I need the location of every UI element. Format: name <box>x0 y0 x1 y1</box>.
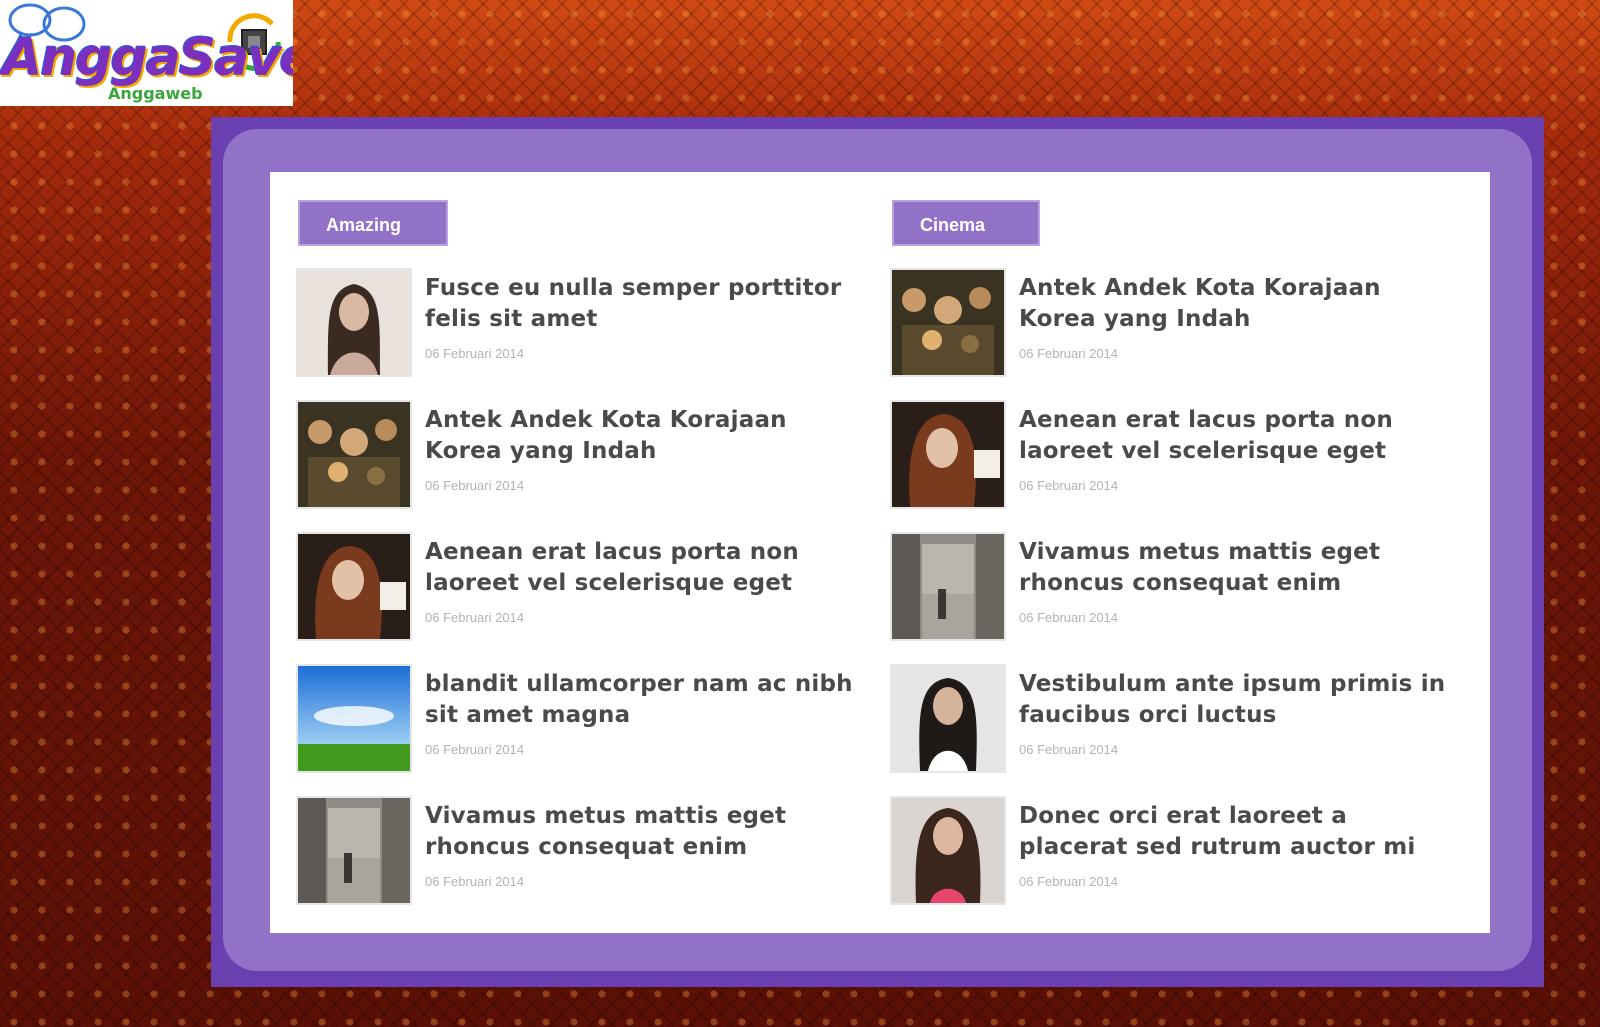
sky-field-icon[interactable] <box>298 666 410 771</box>
post-title[interactable]: Antek Andek Kota Korajaan Korea yang Ind… <box>1019 273 1459 335</box>
list-item[interactable]: Donec orci erat laoreet a placerat sed r… <box>892 798 1462 903</box>
woman-pink-portrait-icon[interactable] <box>892 798 1004 903</box>
list-item[interactable]: Fusce eu nulla semper porttitor felis si… <box>298 270 868 375</box>
posts-panel: Amazing Fusce eu nulla semper porttitor … <box>270 172 1490 933</box>
redhead-portrait-icon[interactable] <box>298 534 410 639</box>
post-title[interactable]: Donec orci erat laoreet a placerat sed r… <box>1019 801 1459 863</box>
list-item[interactable]: Antek Andek Kota Korajaan Korea yang Ind… <box>298 402 868 507</box>
woman-portrait-icon[interactable] <box>892 666 1004 771</box>
column-cinema: Cinema Antek Andek Kota Korajaan Korea y… <box>892 200 1462 930</box>
logo: AnggaSave Anggaweb <box>0 0 293 106</box>
post-date: 06 Februari 2014 <box>1019 874 1119 889</box>
post-title[interactable]: Fusce eu nulla semper porttitor felis si… <box>425 273 865 335</box>
street-scene-icon[interactable] <box>892 534 1004 639</box>
crowd-scene-icon[interactable] <box>298 402 410 507</box>
street-scene-icon[interactable] <box>298 798 410 903</box>
post-date: 06 Februari 2014 <box>425 874 525 889</box>
list-item[interactable]: Antek Andek Kota Korajaan Korea yang Ind… <box>892 270 1462 375</box>
post-date: 06 Februari 2014 <box>1019 478 1119 493</box>
column-amazing: Amazing Fusce eu nulla semper porttitor … <box>298 200 868 930</box>
post-date: 06 Februari 2014 <box>425 346 525 361</box>
redhead-portrait-icon[interactable] <box>892 402 1004 507</box>
post-title[interactable]: Vestibulum ante ipsum primis in faucibus… <box>1019 669 1459 731</box>
post-date: 06 Februari 2014 <box>1019 742 1119 757</box>
list-item[interactable]: Aenean erat lacus porta non laoreet vel … <box>298 534 868 639</box>
post-title[interactable]: blandit ullamcorper nam ac nibh sit amet… <box>425 669 865 731</box>
list-item[interactable]: Vivamus metus mattis eget rhoncus conseq… <box>298 798 868 903</box>
post-date: 06 Februari 2014 <box>1019 346 1119 361</box>
list-item[interactable]: blandit ullamcorper nam ac nibh sit amet… <box>298 666 868 771</box>
post-title[interactable]: Aenean erat lacus porta non laoreet vel … <box>1019 405 1459 467</box>
post-date: 06 Februari 2014 <box>425 478 525 493</box>
category-label-cinema[interactable]: Cinema <box>892 200 1040 246</box>
post-title[interactable]: Antek Andek Kota Korajaan Korea yang Ind… <box>425 405 865 467</box>
category-label-amazing[interactable]: Amazing <box>298 200 448 246</box>
logo-brand-text: AnggaSave <box>2 28 293 88</box>
logo-sub-text: Anggaweb <box>108 84 203 103</box>
post-title[interactable]: Vivamus metus mattis eget rhoncus conseq… <box>1019 537 1459 599</box>
post-title[interactable]: Aenean erat lacus porta non laoreet vel … <box>425 537 865 599</box>
list-item[interactable]: Vivamus metus mattis eget rhoncus conseq… <box>892 534 1462 639</box>
post-date: 06 Februari 2014 <box>425 610 525 625</box>
post-date: 06 Februari 2014 <box>425 742 525 757</box>
woman-portrait-icon[interactable] <box>298 270 410 375</box>
crowd-scene-icon[interactable] <box>892 270 1004 375</box>
list-item[interactable]: Aenean erat lacus porta non laoreet vel … <box>892 402 1462 507</box>
list-item[interactable]: Vestibulum ante ipsum primis in faucibus… <box>892 666 1462 771</box>
post-title[interactable]: Vivamus metus mattis eget rhoncus conseq… <box>425 801 865 863</box>
post-date: 06 Februari 2014 <box>1019 610 1119 625</box>
